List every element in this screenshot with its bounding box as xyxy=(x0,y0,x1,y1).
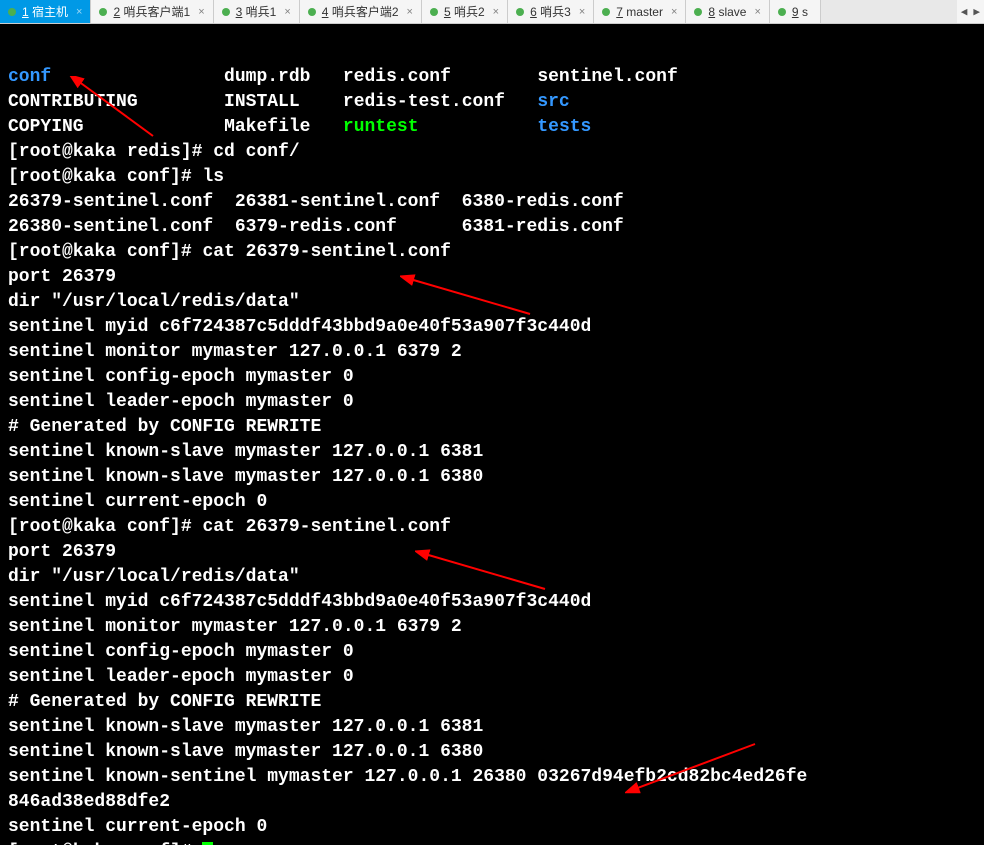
ls-conf-output: 26379-sentinel.conf 26381-sentinel.conf … xyxy=(8,192,624,237)
tab-label: 1 宿主机 xyxy=(22,3,68,20)
tab-label: 6 哨兵3 xyxy=(530,3,571,20)
tab-sentinel-client-1[interactable]: 2 哨兵客户端1 × xyxy=(91,0,213,23)
status-dot-icon xyxy=(430,8,438,16)
prompt-line: [root@kaka redis]# cd conf/ xyxy=(8,142,300,162)
prompt-line: [root@kaka conf]# cat 26379-sentinel.con… xyxy=(8,242,451,262)
status-dot-icon xyxy=(99,8,107,16)
tab-label: 9 s xyxy=(792,5,808,19)
tab-label: 5 哨兵2 xyxy=(444,3,485,20)
close-icon[interactable]: × xyxy=(405,6,415,18)
status-dot-icon xyxy=(516,8,524,16)
tab-master[interactable]: 7 master × xyxy=(594,0,686,23)
prompt-line: [root@kaka conf]# cat 26379-sentinel.con… xyxy=(8,517,451,537)
prompt-line: [root@kaka conf]# ls xyxy=(8,167,224,187)
terminal[interactable]: conf dump.rdb redis.conf sentinel.conf C… xyxy=(0,24,984,845)
close-icon[interactable]: × xyxy=(752,6,762,18)
status-dot-icon xyxy=(222,8,230,16)
tab-label: 3 哨兵1 xyxy=(236,3,277,20)
tab-nav: ◀ ▶ xyxy=(957,0,984,23)
status-dot-icon xyxy=(8,8,16,16)
nav-right-icon[interactable]: ▶ xyxy=(973,5,980,19)
close-icon[interactable]: × xyxy=(577,6,587,18)
tab-label: 2 哨兵客户端1 xyxy=(113,3,190,20)
status-dot-icon xyxy=(778,8,786,16)
close-icon[interactable]: × xyxy=(282,6,292,18)
tab-label: 4 哨兵客户端2 xyxy=(322,3,399,20)
tab-label: 7 master xyxy=(616,5,663,19)
tab-host[interactable]: 1 宿主机 × xyxy=(0,0,91,23)
tab-bar: 1 宿主机 × 2 哨兵客户端1 × 3 哨兵1 × 4 哨兵客户端2 × 5 … xyxy=(0,0,984,24)
close-icon[interactable]: × xyxy=(669,6,679,18)
tab-label: 8 slave xyxy=(708,5,746,19)
close-icon[interactable]: × xyxy=(491,6,501,18)
status-dot-icon xyxy=(694,8,702,16)
tab-extra[interactable]: 9 s xyxy=(770,0,821,23)
conf-output-1: port 26379 dir "/usr/local/redis/data" s… xyxy=(8,267,591,512)
close-icon[interactable]: × xyxy=(196,6,206,18)
nav-left-icon[interactable]: ◀ xyxy=(961,5,968,19)
tab-sentinel-client-2[interactable]: 4 哨兵客户端2 × xyxy=(300,0,422,23)
tab-sentinel-2[interactable]: 5 哨兵2 × xyxy=(422,0,508,23)
tab-sentinel-1[interactable]: 3 哨兵1 × xyxy=(214,0,300,23)
status-dot-icon xyxy=(308,8,316,16)
ls-output: conf dump.rdb redis.conf sentinel.conf C… xyxy=(8,67,678,137)
conf-output-2: port 26379 dir "/usr/local/redis/data" s… xyxy=(8,542,807,837)
status-dot-icon xyxy=(602,8,610,16)
tab-sentinel-3[interactable]: 6 哨兵3 × xyxy=(508,0,594,23)
close-icon[interactable]: × xyxy=(74,6,84,18)
tab-slave[interactable]: 8 slave × xyxy=(686,0,769,23)
